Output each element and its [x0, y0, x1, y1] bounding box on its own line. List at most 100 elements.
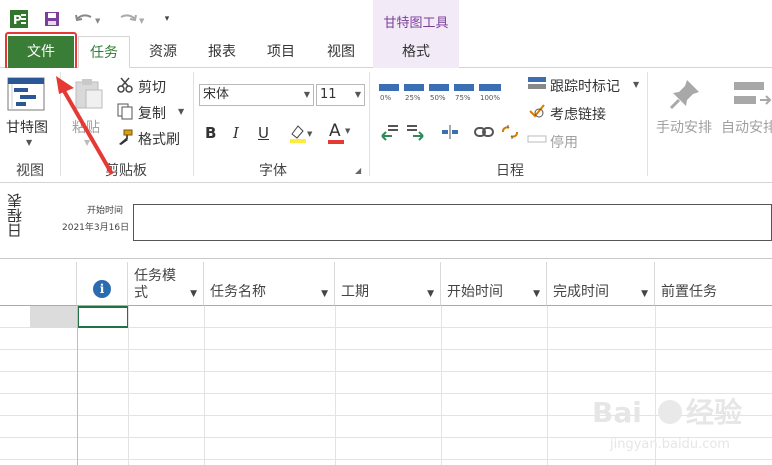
group-label-font: 字体: [259, 163, 287, 179]
info-icon: i: [93, 280, 111, 298]
track-mark-icon[interactable]: [527, 74, 547, 92]
highlight-color-icon[interactable]: ▼: [288, 122, 314, 144]
unlink-icon[interactable]: [499, 122, 521, 142]
copy-button[interactable]: 复制: [138, 103, 166, 123]
font-size-value: 11: [320, 87, 337, 102]
gantt-chart-icon[interactable]: [6, 76, 50, 116]
indicators-column-header[interactable]: i: [77, 262, 128, 306]
italic-button[interactable]: I: [233, 124, 239, 142]
group-separator: [369, 72, 370, 176]
active-cell[interactable]: [77, 306, 129, 328]
pct-0-button[interactable]: 0%: [378, 82, 400, 106]
inactivate-icon[interactable]: [527, 131, 547, 147]
auto-schedule-button[interactable]: 自动安排: [721, 117, 772, 137]
column-header-start[interactable]: 开始时间 ▼: [441, 262, 547, 306]
column-header-duration[interactable]: 工期 ▼: [335, 262, 441, 306]
respect-links-icon[interactable]: [527, 102, 547, 120]
track-mark-dropdown-arrow[interactable]: ▼: [633, 80, 639, 89]
column-header-label: 完成时间: [553, 284, 609, 300]
inactivate-button[interactable]: 停用: [550, 132, 578, 152]
track-mark-button[interactable]: 跟踪时标记: [550, 76, 620, 96]
svg-text:▼: ▼: [95, 17, 101, 25]
chevron-down-icon: ▼: [354, 90, 361, 99]
table-row[interactable]: [0, 350, 772, 372]
customize-qat-icon[interactable]: ▾: [160, 9, 174, 29]
column-header-task-name[interactable]: 任务名称 ▼: [204, 262, 335, 306]
svg-text:经验: 经验: [686, 396, 742, 429]
table-row[interactable]: [0, 306, 772, 328]
baidu-watermark-logo: Bai 经验 jingyan.baidu.com: [592, 396, 742, 452]
pct-100-label: 100%: [480, 94, 501, 102]
contextual-tab-group: 甘特图工具: [373, 0, 459, 36]
chevron-down-icon[interactable]: ▼: [427, 289, 434, 299]
chevron-down-icon[interactable]: ▼: [533, 289, 540, 299]
copy-dropdown-arrow[interactable]: ▼: [178, 107, 184, 116]
manual-schedule-button[interactable]: 手动安排: [656, 117, 712, 137]
undo-icon[interactable]: ▼: [72, 9, 104, 29]
pct-25-button[interactable]: 25%: [403, 82, 425, 106]
pushpin-icon[interactable]: [667, 76, 705, 114]
tab-task[interactable]: 任务: [78, 36, 130, 68]
font-color-icon[interactable]: A ▼: [326, 121, 352, 145]
svg-text:Bai: Bai: [592, 396, 642, 429]
tab-report[interactable]: 报表: [196, 36, 248, 68]
svg-text:▼: ▼: [139, 17, 145, 25]
pct-75-label: 75%: [455, 94, 471, 102]
chevron-down-icon[interactable]: ▼: [190, 289, 197, 299]
pct-50-button[interactable]: 50%: [428, 82, 450, 106]
timeline-bar[interactable]: [133, 204, 772, 241]
column-header-label: 开始时间: [447, 284, 503, 300]
split-task-icon[interactable]: [440, 122, 460, 142]
grid-divider: [77, 306, 78, 465]
timeline-pane[interactable]: 日程表 开始时间 2021年3月16日: [0, 183, 772, 259]
cut-button[interactable]: 剪切: [138, 77, 166, 97]
pct-25-label: 25%: [405, 94, 421, 102]
select-all-corner[interactable]: [0, 262, 30, 306]
contextual-tab-group-label: 甘特图工具: [383, 16, 449, 31]
tab-project[interactable]: 项目: [254, 36, 308, 68]
title-bar: P ▼ ▼ ▾ 甘特图工具: [0, 0, 772, 36]
column-header-predecessors[interactable]: 前置任务: [655, 262, 772, 306]
row-header-top: [30, 262, 77, 306]
save-icon[interactable]: [42, 9, 62, 29]
font-name-select[interactable]: 宋体 ▼: [199, 84, 314, 106]
font-dialog-launcher-icon[interactable]: ◢: [355, 166, 361, 175]
project-icon: P: [8, 9, 30, 29]
chevron-down-icon[interactable]: ▼: [641, 289, 648, 299]
table-row[interactable]: [0, 328, 772, 350]
column-header-task-mode[interactable]: 任务模式 ▼: [128, 262, 204, 306]
underline-button[interactable]: U: [258, 124, 269, 142]
outdent-icon[interactable]: [380, 122, 400, 142]
respect-links-button[interactable]: 考虑链接: [550, 104, 606, 124]
svg-text:P: P: [13, 13, 22, 27]
indent-icon[interactable]: [405, 122, 425, 142]
bold-button[interactable]: B: [205, 124, 216, 142]
tab-resource[interactable]: 资源: [136, 36, 190, 68]
column-header-finish[interactable]: 完成时间 ▼: [547, 262, 655, 306]
gantt-chart-button[interactable]: 甘特图: [6, 117, 48, 137]
group-separator: [193, 72, 194, 176]
tab-view[interactable]: 视图: [314, 36, 368, 68]
svg-text:jingyan.baidu.com: jingyan.baidu.com: [609, 437, 730, 452]
file-tab-highlight-box: [5, 32, 77, 70]
auto-schedule-icon[interactable]: [732, 78, 772, 112]
gantt-dropdown-arrow[interactable]: ▼: [26, 138, 32, 147]
grid-divider: [335, 306, 336, 465]
link-icon[interactable]: [473, 122, 495, 142]
column-header-label: 任务名称: [210, 284, 266, 300]
pct-0-label: 0%: [380, 94, 392, 102]
row-header-selected[interactable]: [30, 306, 77, 328]
tab-format[interactable]: 格式: [373, 36, 459, 68]
grid-divider: [547, 306, 548, 465]
format-painter-button[interactable]: 格式刷: [138, 129, 180, 149]
font-name-value: 宋体: [203, 87, 230, 102]
pct-75-button[interactable]: 75%: [453, 82, 475, 106]
chevron-down-icon[interactable]: ▼: [321, 289, 328, 299]
grid-divider: [441, 306, 442, 465]
pct-50-label: 50%: [430, 94, 446, 102]
svg-text:▼: ▼: [307, 130, 313, 138]
pct-100-button[interactable]: 100%: [478, 82, 504, 106]
redo-icon[interactable]: ▼: [116, 9, 148, 29]
grid-divider: [204, 306, 205, 465]
font-size-select[interactable]: 11 ▼: [316, 84, 365, 106]
